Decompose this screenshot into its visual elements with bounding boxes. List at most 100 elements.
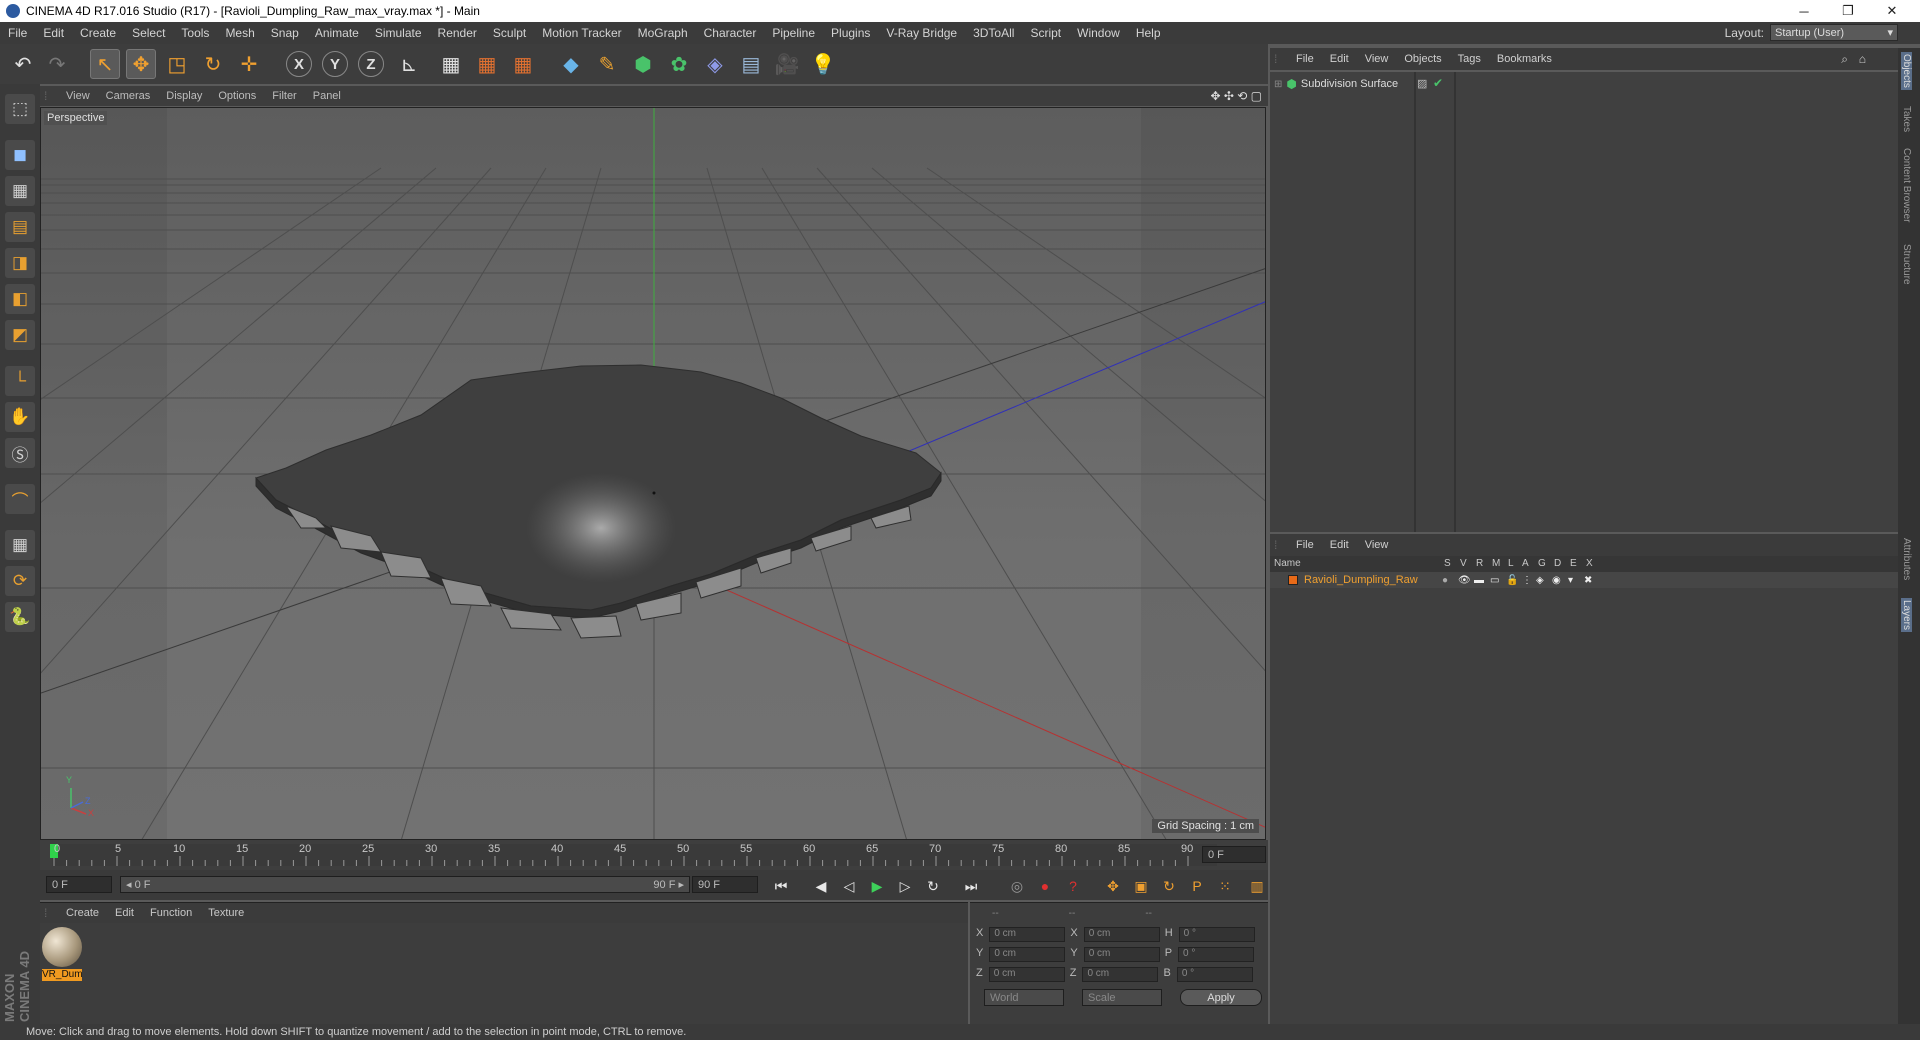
axis-mode-icon[interactable]: └ — [5, 366, 35, 396]
objects-menu-file[interactable]: File — [1288, 53, 1322, 65]
close-button[interactable]: ✕ — [1870, 0, 1914, 22]
material-swatch[interactable]: VR_Dum — [42, 927, 82, 983]
material-menu-texture[interactable]: Texture — [200, 907, 252, 919]
material-menu-create[interactable]: Create — [58, 907, 107, 919]
cube-object-icon[interactable]: ◆ — [556, 49, 586, 79]
coordinate-system-icon[interactable]: ⊾ — [394, 49, 424, 79]
play-icon[interactable]: ▶ — [866, 875, 888, 897]
model-mode-icon[interactable]: ◼ — [5, 140, 35, 170]
end-frame-field[interactable]: 90 F — [692, 876, 758, 893]
menu-pipeline[interactable]: Pipeline — [764, 26, 823, 40]
last-tool-icon[interactable]: ✛ — [234, 49, 264, 79]
workplane-mode-icon[interactable]: ▤ — [5, 212, 35, 242]
restore-button[interactable]: ❐ — [1826, 0, 1870, 22]
rotate-tool-icon[interactable]: ↻ — [198, 49, 228, 79]
size-z-field[interactable]: 0 cm — [1082, 967, 1159, 982]
menu-motion-tracker[interactable]: Motion Tracker — [534, 26, 629, 40]
subdivision-surface-icon[interactable]: ⬢ — [628, 49, 658, 79]
deformer-icon[interactable]: ◈ — [700, 49, 730, 79]
position-y-field[interactable]: 0 cm — [989, 947, 1066, 962]
tab-objects[interactable]: Objects — [1901, 52, 1912, 90]
key-scale-icon[interactable]: ▣ — [1130, 875, 1152, 897]
locked-workplane-icon[interactable]: ⟳ — [5, 566, 35, 596]
layer-generators-icon[interactable]: ◈ — [1536, 575, 1544, 586]
position-z-field[interactable]: 0 cm — [988, 967, 1065, 982]
layout-dropdown[interactable]: Startup (User) ▾ — [1770, 24, 1898, 41]
rotation-p-field[interactable]: 0 ° — [1178, 947, 1255, 962]
size-x-field[interactable]: 0 cm — [1083, 927, 1160, 942]
object-row-subdivision-surface[interactable]: ⊞ ⬢ Subdivision Surface — [1274, 76, 1398, 92]
expand-icon[interactable]: ⊞ — [1274, 79, 1282, 90]
menu-animate[interactable]: Animate — [307, 26, 367, 40]
menu-select[interactable]: Select — [124, 26, 173, 40]
go-to-start-icon[interactable]: ⏮ — [770, 875, 792, 897]
scale-dropdown[interactable]: Scale — [1082, 989, 1162, 1006]
search-icon[interactable]: ⌕ — [1841, 52, 1848, 67]
floor-object-icon[interactable]: ▤ — [736, 49, 766, 79]
light-object-icon[interactable]: 💡 — [808, 49, 838, 79]
objects-menu-bookmarks[interactable]: Bookmarks — [1489, 53, 1560, 65]
layer-lock-icon[interactable]: 🔓 — [1506, 575, 1518, 586]
tab-takes[interactable]: Takes — [1901, 106, 1912, 132]
tab-structure[interactable]: Structure — [1901, 244, 1912, 285]
layer-xrefs-icon[interactable]: ✖ — [1584, 575, 1592, 586]
texture-mode-icon[interactable]: ▦ — [5, 176, 35, 206]
layer-manager-icon[interactable]: ▭ — [1490, 575, 1499, 586]
viewport-menu-panel[interactable]: Panel — [305, 90, 349, 102]
next-frame-icon[interactable]: ▷ — [894, 875, 916, 897]
minimize-button[interactable]: ─ — [1782, 0, 1826, 22]
redo-icon[interactable]: ↷ — [42, 49, 72, 79]
objects-menu-view[interactable]: View — [1357, 53, 1397, 65]
magnet-icon[interactable]: ⌒ — [5, 484, 35, 514]
material-menu-edit[interactable]: Edit — [107, 907, 142, 919]
layer-deformers-icon[interactable]: ◉ — [1552, 575, 1561, 586]
apply-button[interactable]: Apply — [1180, 989, 1262, 1006]
menu-file[interactable]: File — [0, 26, 35, 40]
scale-tool-icon[interactable]: ◳ — [162, 49, 192, 79]
layers-menu-view[interactable]: View — [1357, 539, 1397, 551]
go-to-end-icon[interactable]: ⏭ — [960, 875, 982, 897]
layer-expressions-icon[interactable]: ▾ — [1568, 575, 1573, 586]
edit-render-settings-icon[interactable]: ▦ — [508, 49, 538, 79]
key-rotation-icon[interactable]: ↻ — [1158, 875, 1180, 897]
menu-sculpt[interactable]: Sculpt — [485, 26, 534, 40]
viewport-menu-filter[interactable]: Filter — [264, 90, 304, 102]
position-x-field[interactable]: 0 cm — [989, 927, 1066, 942]
menu-tools[interactable]: Tools — [173, 26, 217, 40]
pen-spline-icon[interactable]: ✎ — [592, 49, 622, 79]
polygons-mode-icon[interactable]: ◩ — [5, 320, 35, 350]
tab-attributes[interactable]: Attributes — [1901, 538, 1912, 580]
objects-menu-tags[interactable]: Tags — [1450, 53, 1489, 65]
tab-layers[interactable]: Layers — [1901, 598, 1912, 633]
x-axis-lock-icon[interactable]: X — [286, 51, 312, 77]
menu-mograph[interactable]: MoGraph — [630, 26, 696, 40]
menu-render[interactable]: Render — [430, 26, 485, 40]
layer-animation-icon[interactable]: ⋮ — [1522, 575, 1532, 586]
mograph-cloner-icon[interactable]: ✿ — [664, 49, 694, 79]
timeline-ruler[interactable]: 0 5 10 15 20 25 30 35 40 45 50 55 60 65 … — [40, 840, 1268, 870]
loop-icon[interactable]: ↻ — [922, 875, 944, 897]
menu-snap[interactable]: Snap — [263, 26, 307, 40]
world-dropdown[interactable]: World — [984, 989, 1064, 1006]
layers-menu-file[interactable]: File — [1288, 539, 1322, 551]
layer-render-icon[interactable]: ▬ — [1474, 575, 1484, 586]
objects-menu-objects[interactable]: Objects — [1396, 53, 1449, 65]
layers-menu-edit[interactable]: Edit — [1322, 539, 1357, 551]
material-menu-function[interactable]: Function — [142, 907, 200, 919]
menu-create[interactable]: Create — [72, 26, 124, 40]
tab-content-browser[interactable]: Content Browser — [1901, 148, 1912, 222]
objects-menu-edit[interactable]: Edit — [1322, 53, 1357, 65]
menu-simulate[interactable]: Simulate — [367, 26, 430, 40]
points-mode-icon[interactable]: ◨ — [5, 248, 35, 278]
live-select-icon[interactable]: ↖ — [90, 49, 120, 79]
rotation-h-field[interactable]: 0 ° — [1178, 927, 1255, 942]
viewport-menu-cameras[interactable]: Cameras — [98, 90, 159, 102]
layer-row[interactable]: Ravioli_Dumpling_Raw ● 👁 ▬ ▭ 🔓 ⋮ ◈ ◉ ▾ ✖ — [1270, 572, 1898, 588]
home-icon[interactable]: ⌂ — [1859, 52, 1866, 66]
menu-window[interactable]: Window — [1069, 26, 1128, 40]
menu-3dtoall[interactable]: 3DToAll — [965, 26, 1022, 40]
undo-icon[interactable]: ↶ — [8, 49, 38, 79]
layer-view-icon[interactable]: 👁 — [1458, 575, 1471, 586]
record-keys-icon[interactable]: ◎ — [1006, 875, 1028, 897]
current-frame-field[interactable]: 0 F — [1202, 846, 1266, 863]
